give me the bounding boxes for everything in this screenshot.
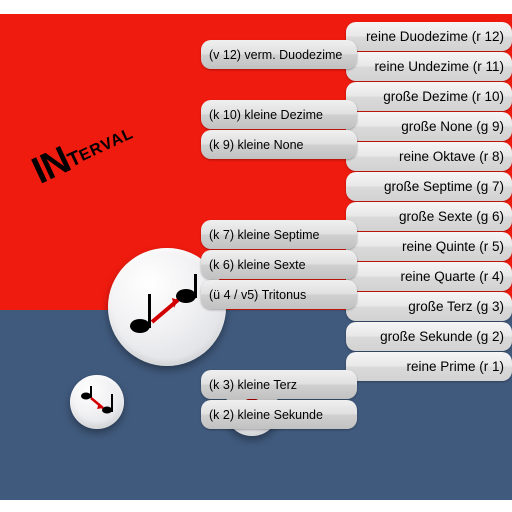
interval-label: (ü 4 / v5) Tritonus [209,288,306,302]
interval-item[interactable]: reine Prime (r 1) [346,352,512,381]
interval-label: (k 7) kleine Septime [209,228,319,242]
interval-item[interactable]: große None (g 9) [346,112,512,141]
interval-label: (k 6) kleine Sexte [209,258,306,272]
interval-label: reine Oktave (r 8) [399,149,504,164]
interval-label: reine Prime (r 1) [406,359,504,374]
interval-label: reine Duodezime (r 12) [366,29,504,44]
notes-down-arrow-icon [77,386,117,418]
interval-item[interactable]: (k 2) kleine Sekunde [201,400,357,429]
interval-item[interactable]: reine Undezime (r 11) [346,52,512,81]
interval-item[interactable]: (v 12) verm. Duodezime [201,40,357,69]
interval-item[interactable]: (k 9) kleine None [201,130,357,159]
right-interval-list: reine Duodezime (r 12) reine Undezime (r… [346,22,512,381]
interval-item[interactable]: reine Oktave (r 8) [346,142,512,171]
interval-item[interactable]: (k 3) kleine Terz [201,370,357,399]
interval-item[interactable]: große Sexte (g 6) [346,202,512,231]
interval-item[interactable]: große Dezime (r 10) [346,82,512,111]
interval-label: (k 9) kleine None [209,138,304,152]
interval-item[interactable]: (ü 4 / v5) Tritonus [201,280,357,309]
interval-label: (v 12) verm. Duodezime [209,48,342,62]
interval-label: (k 3) kleine Terz [209,378,297,392]
interval-label: große Sexte (g 6) [399,209,504,224]
interval-label: große Sekunde (g 2) [380,329,504,344]
interval-item[interactable]: reine Quinte (r 5) [346,232,512,261]
play-interval-down-button[interactable] [70,375,124,429]
interval-label: große Septime (g 7) [384,179,504,194]
interval-item[interactable]: große Septime (g 7) [346,172,512,201]
interval-label: reine Quarte (r 4) [400,269,504,284]
app-stage: INTERVAL [0,0,512,512]
interval-label: reine Quinte (r 5) [402,239,504,254]
interval-item[interactable]: reine Duodezime (r 12) [346,22,512,51]
interval-item[interactable]: reine Quarte (r 4) [346,262,512,291]
interval-label: große Terz (g 3) [408,299,504,314]
left-block-4: (k 3) kleine Terz (k 2) kleine Sekunde [201,370,357,429]
left-block-1: (v 12) verm. Duodezime [201,40,357,69]
interval-label: große Dezime (r 10) [383,89,504,104]
notes-up-arrow-icon [124,274,210,340]
interval-label: große None (g 9) [401,119,504,134]
left-block-2: (k 10) kleine Dezime (k 9) kleine None [201,100,357,159]
interval-label: (k 2) kleine Sekunde [209,408,323,422]
interval-item[interactable]: (k 7) kleine Septime [201,220,357,249]
interval-label: reine Undezime (r 11) [374,59,504,74]
interval-item[interactable]: (k 10) kleine Dezime [201,100,357,129]
interval-label: (k 10) kleine Dezime [209,108,323,122]
interval-item[interactable]: große Terz (g 3) [346,292,512,321]
left-block-3: (k 7) kleine Septime (k 6) kleine Sexte … [201,220,357,309]
interval-item[interactable]: (k 6) kleine Sexte [201,250,357,279]
interval-item[interactable]: große Sekunde (g 2) [346,322,512,351]
